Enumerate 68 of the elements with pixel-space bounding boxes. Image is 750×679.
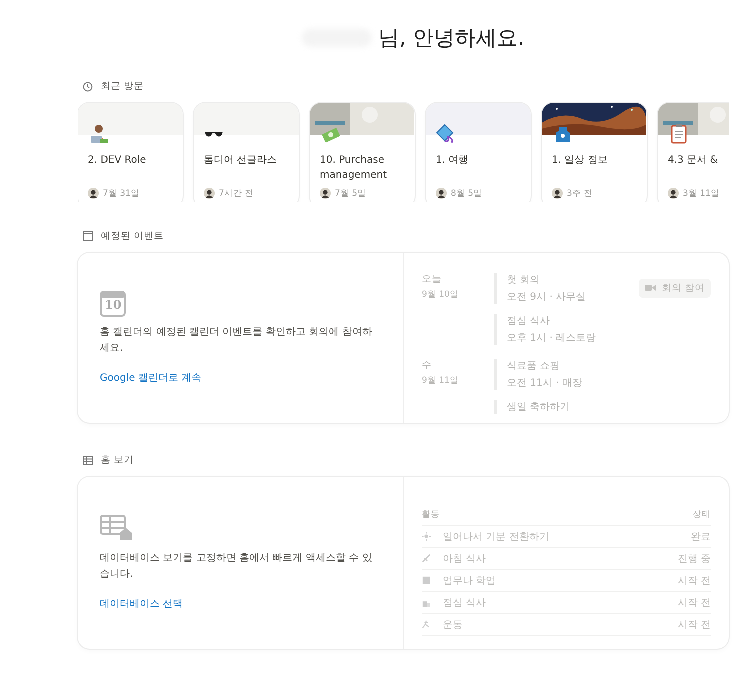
sunglasses-icon [204,130,224,138]
visit-time: 3월 11일 [683,188,720,200]
status-cell-text: 시작 전 [678,618,711,632]
visit-time: 7월 31일 [103,188,140,200]
page-card[interactable]: 1. 일상 정보 3주 전 [542,102,647,202]
visit-time: 7월 5일 [335,188,367,200]
table-cell-text: 운동 [443,618,464,632]
activity-icon [422,554,431,563]
person-laptop-icon [88,122,110,145]
avatar-icon [204,188,215,200]
section-title: 홈 보기 [101,454,134,468]
event-detail: 오후 1시 · 레스토랑 [507,332,598,345]
page-card[interactable]: 톰디어 선글라스 7시간 전 [194,102,299,202]
table-cell-text: 일어나서 기분 전환하기 [443,530,550,544]
visit-time: 7시간 전 [219,188,254,200]
column-header: 활동 [422,509,440,521]
event-title: 생일 축하하기 [507,400,572,414]
section-title: 예정된 이벤트 [101,230,164,243]
database-home-icon [100,515,134,541]
column-header: 상태 [693,509,711,521]
day-label: 오늘 [422,272,443,286]
avatar-icon [668,188,679,200]
page-title: 10. Purchase management [320,154,388,183]
info-text: 홈 캘린더의 예정된 캘린더 이벤트를 확인하고 회의에 참여하세요. [100,326,374,356]
status-cell-text: 시작 전 [678,574,711,588]
page-title: 톰디어 선글라스 [204,154,278,168]
day-label: 수 [422,358,433,372]
info-text: 데이터베이스 보기를 고정하면 홈에서 빠르게 액세스할 수 있습니다. [100,552,374,582]
event-detail: 오전 9시 · 사무실 [507,290,588,304]
table-cell-text: 점심 식사 [443,596,488,610]
visit-time: 3주 전 [567,188,594,200]
video-icon [644,284,656,292]
page-card[interactable]: 2. DEV Role 7월 31일 [78,102,183,202]
day-date: 9월 11일 [422,374,460,387]
clock-icon [83,82,93,92]
event-title: 점심 식사 [507,314,552,328]
table-cell-text: 아침 식사 [443,552,488,566]
page-title: 1. 일상 정보 [552,154,609,168]
calendar-number: 10 [105,298,123,312]
calendar-icon [83,231,93,242]
table-icon [83,456,93,466]
greeting: 님, 안녕하세요. [378,25,525,52]
page-card[interactable]: 10. Purchase management 7월 5일 [310,102,415,202]
status-cell-text: 완료 [691,530,711,544]
section-title: 최근 방문 [101,80,144,94]
day-date: 9월 10일 [422,288,460,301]
avatar-icon [436,188,447,200]
avatar-icon [88,188,99,200]
page-title: 1. 여행 [436,154,470,168]
event-title: 식료품 쇼핑 [507,360,562,373]
avatar-icon [552,188,563,200]
page-card[interactable]: 4.3 문서 & 3월 11일 [658,102,729,202]
page-title: 4.3 문서 & [668,154,720,168]
page-card[interactable]: 1. 여행 8월 5일 [426,102,531,202]
event-title: 첫 회의 [507,274,542,287]
event-detail: 오전 11시 · 매장 [507,376,584,390]
visit-time: 8월 5일 [451,188,483,200]
database-link[interactable]: 데이터베이스 선택 [100,597,184,611]
page-title: 2. DEV Role [88,154,148,168]
status-cell-text: 진행 중 [678,552,711,566]
calendar-link[interactable]: Google 캘린더로 계속 [100,370,202,385]
activity-icon [422,532,431,541]
table-cell-text: 업무나 학업 [443,574,498,588]
activity-icon [422,620,431,629]
status-cell-text: 시작 전 [678,596,711,610]
activity-icon [422,576,431,585]
avatar-icon [320,188,331,200]
calendar-icon [100,290,126,317]
